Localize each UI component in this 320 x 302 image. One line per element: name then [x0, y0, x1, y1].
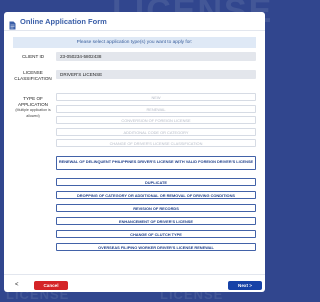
- application-type-option: ADDITIONAL CODE OR CATEGORY: [56, 128, 256, 136]
- license-classification-field: DRIVER'S LICENSE: [56, 70, 256, 79]
- application-form-modal: Online Application Form Please select ap…: [4, 12, 265, 292]
- next-button[interactable]: Next >: [228, 281, 262, 290]
- license-classification-label: LICENSE CLASSIFICATION: [14, 70, 52, 81]
- modal-header: Online Application Form: [4, 12, 265, 31]
- application-type-option: CONVERSION OF FOREIGN LICENSE: [56, 116, 256, 124]
- application-type-label: TYPE OF APPLICATION: [17, 96, 49, 107]
- client-id-label: CLIENT ID: [21, 54, 45, 59]
- application-type-option[interactable]: DUPLICATE: [56, 178, 256, 186]
- application-type-option[interactable]: ENHANCEMENT OF DRIVER'S LICENSE: [56, 217, 256, 225]
- application-type-option: NEW: [56, 93, 256, 101]
- document-icon: [9, 17, 16, 29]
- application-type-option: CHANGE OF DRIVER'S LICENSE CLASSIFICATIO…: [56, 139, 256, 147]
- application-type-option[interactable]: REVISION OF RECORDS: [56, 204, 256, 212]
- application-type-option: RENEWAL: [56, 105, 256, 113]
- application-type-option[interactable]: RENEWAL OF DELINQUENT PHILIPPINES DRIVER…: [56, 156, 256, 170]
- instruction-banner: Please select application type(s) you wa…: [13, 37, 256, 48]
- application-type-option[interactable]: OVERSEAS FILIPINO WORKER DRIVER'S LICENS…: [56, 243, 256, 251]
- client-id-field: 23-050234-5802438: [56, 52, 256, 61]
- footer-divider: [4, 274, 265, 275]
- cancel-button[interactable]: Cancel: [34, 281, 68, 290]
- modal-title: Online Application Form: [20, 16, 107, 26]
- application-type-hint: (Multiple application is allowed): [15, 108, 51, 118]
- application-type-option[interactable]: CHANGE OF CLUTCH TYPE: [56, 230, 256, 238]
- application-type-option[interactable]: DROPPING OF CATEGORY OR ADDITIONAL OR RE…: [56, 191, 256, 199]
- chevron-left-icon[interactable]: <: [15, 282, 19, 288]
